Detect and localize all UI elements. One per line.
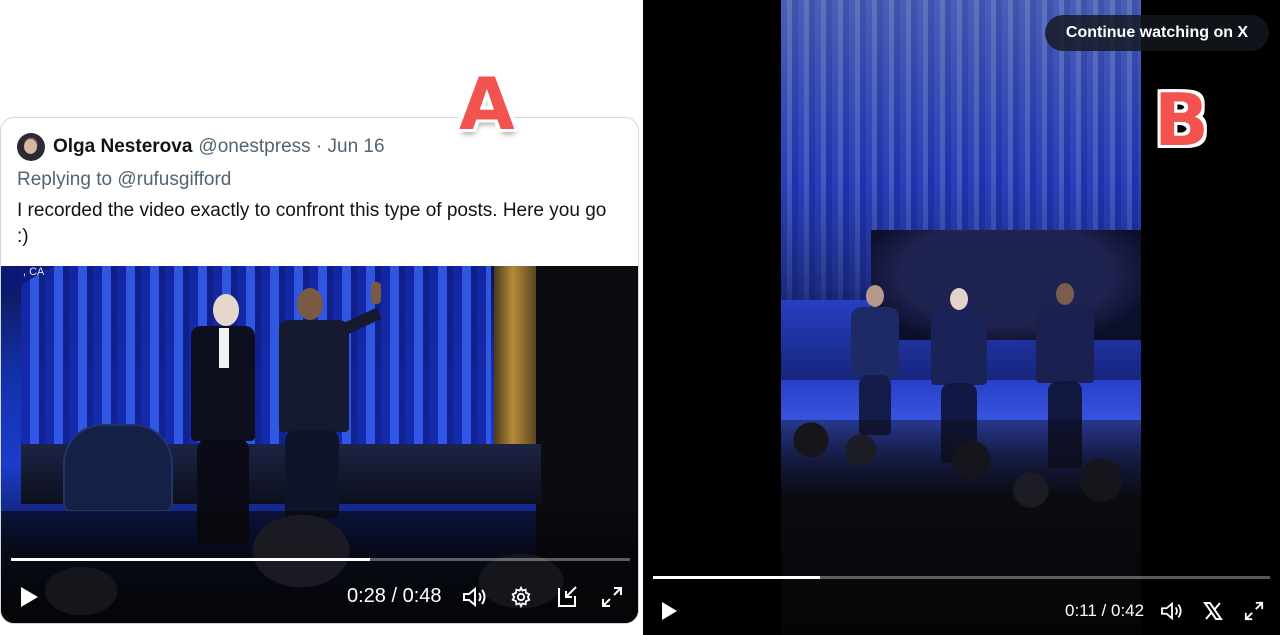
- marker-letter-b: B: [1154, 78, 1209, 162]
- location-label: , CA: [23, 266, 45, 278]
- time-display: 0:28 / 0:48: [347, 585, 442, 607]
- letterbox-left: [643, 0, 781, 635]
- progress-bar[interactable]: [653, 576, 1270, 579]
- person-right: [279, 282, 389, 518]
- volume-icon[interactable]: [459, 579, 491, 615]
- author-name[interactable]: Olga Nesterova: [53, 136, 192, 158]
- fullscreen-icon[interactable]: [596, 579, 628, 615]
- reply-prefix: Replying to: [17, 169, 113, 190]
- reply-handle[interactable]: @rufusgifford: [117, 169, 231, 190]
- progress-bar[interactable]: [11, 558, 630, 561]
- reply-line: Replying to @rufusgifford: [17, 169, 231, 191]
- person-left: [191, 294, 255, 544]
- pip-icon[interactable]: [551, 579, 583, 615]
- video-controls: 0:28 / 0:48: [1, 579, 638, 615]
- video-player-a[interactable]: , CA 0:28 / 0:48: [1, 266, 638, 623]
- avatar[interactable]: [17, 133, 45, 161]
- volume-icon[interactable]: [1157, 594, 1187, 628]
- tweet-header: Olga Nesterova @onestpress · Jun 16: [17, 132, 385, 162]
- progress-fill: [11, 558, 371, 561]
- video-controls: 0:11 / 0:42: [643, 594, 1280, 628]
- person-left: [851, 285, 899, 435]
- armchair: [63, 424, 173, 512]
- video-scene: [781, 0, 1141, 635]
- tweet-text: I recorded the video exactly to confront…: [17, 200, 607, 247]
- band-equipment: [871, 230, 1141, 340]
- time-display: 0:11 / 0:42: [1065, 601, 1145, 620]
- continue-watching-button[interactable]: Continue watching on X: [1045, 15, 1269, 51]
- progress-fill: [653, 576, 820, 579]
- fullscreen-icon[interactable]: [1239, 594, 1269, 628]
- x-logo-icon[interactable]: [1198, 594, 1228, 628]
- play-icon[interactable]: [13, 579, 45, 615]
- marker-letter-a: A: [459, 62, 515, 146]
- play-icon[interactable]: [655, 594, 683, 628]
- gear-icon[interactable]: [505, 579, 537, 615]
- author-meta[interactable]: @onestpress · Jun 16: [198, 136, 384, 158]
- tweet-card[interactable]: Olga Nesterova @onestpress · Jun 16 Repl…: [0, 117, 639, 624]
